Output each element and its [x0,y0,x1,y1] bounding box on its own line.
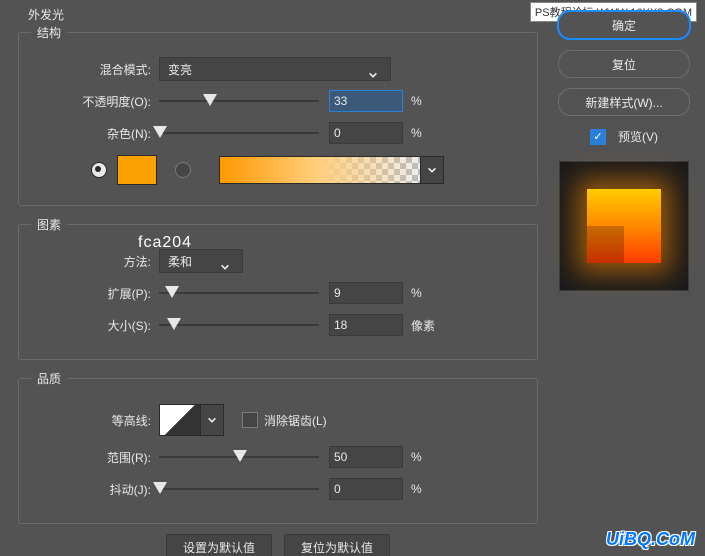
blend-mode-select[interactable]: 变亮 [159,57,391,81]
preview-label: 预览(V) [618,128,658,145]
preview-checkbox[interactable]: ✓ [590,129,606,145]
opacity-slider-thumb[interactable] [203,94,217,106]
group-elements: 图素 方法: 柔和 扩展(P): % 大小(S): [18,216,538,360]
range-input[interactable] [329,446,403,468]
technique-value: 柔和 [168,253,192,270]
size-input[interactable] [329,314,403,336]
antialias-label: 消除锯齿(L) [264,412,327,429]
noise-label: 杂色(N): [31,125,159,142]
spread-slider[interactable] [159,292,319,294]
antialias-checkbox[interactable] [242,412,258,428]
opacity-unit: % [411,94,441,108]
contour-dropdown[interactable] [201,404,224,436]
reset-button[interactable]: 复位 [558,50,690,78]
range-label: 范围(R): [31,449,159,466]
jitter-slider-thumb[interactable] [153,482,167,494]
contour-label: 等高线: [31,412,159,429]
gradient-dropdown[interactable] [421,156,444,184]
size-label: 大小(S): [31,317,159,334]
color-radio-solid[interactable] [91,162,107,178]
spread-input[interactable] [329,282,403,304]
spread-label: 扩展(P): [31,285,159,302]
spread-unit: % [411,286,441,300]
group-structure: 结构 混合模式: 变亮 不透明度(O): % 杂色(N): [18,24,538,206]
contour-picker[interactable] [159,404,201,436]
color-swatch[interactable] [117,155,157,185]
blend-mode-value: 变亮 [168,61,192,78]
technique-label: 方法: [31,253,159,270]
make-default-button[interactable]: 设置为默认值 [166,534,272,556]
preview-thumbnail [559,161,689,291]
opacity-slider[interactable] [159,100,319,102]
range-unit: % [411,450,441,464]
size-slider-thumb[interactable] [167,318,181,330]
gradient-well[interactable] [219,156,421,184]
group-quality: 品质 等高线: 消除锯齿(L) 范围(R): % 抖动( [18,370,538,524]
jitter-label: 抖动(J): [31,481,159,498]
noise-input[interactable] [329,122,403,144]
watermark-bottom: UiBQ.CoM [606,529,695,550]
range-slider-thumb[interactable] [233,450,247,462]
opacity-label: 不透明度(O): [31,93,159,110]
technique-select[interactable]: 柔和 [159,249,243,273]
spread-slider-thumb[interactable] [165,286,179,298]
range-slider[interactable] [159,456,319,458]
size-unit: 像素 [411,317,441,334]
noise-slider[interactable] [159,132,319,134]
noise-slider-thumb[interactable] [153,126,167,138]
new-style-button[interactable]: 新建样式(W)... [558,88,690,116]
reset-default-button[interactable]: 复位为默认值 [284,534,390,556]
opacity-input[interactable] [329,90,403,112]
ok-button[interactable]: 确定 [557,10,691,40]
jitter-input[interactable] [329,478,403,500]
preview-glow-sample [587,189,661,263]
blend-mode-label: 混合模式: [31,61,159,78]
color-radio-gradient[interactable] [175,162,191,178]
legend-structure: 结构 [31,24,67,41]
jitter-slider[interactable] [159,488,319,490]
legend-quality: 品质 [31,370,67,387]
effect-title: 外发光 [28,6,64,23]
legend-elements: 图素 [31,216,67,233]
size-slider[interactable] [159,324,319,326]
noise-unit: % [411,126,441,140]
jitter-unit: % [411,482,441,496]
